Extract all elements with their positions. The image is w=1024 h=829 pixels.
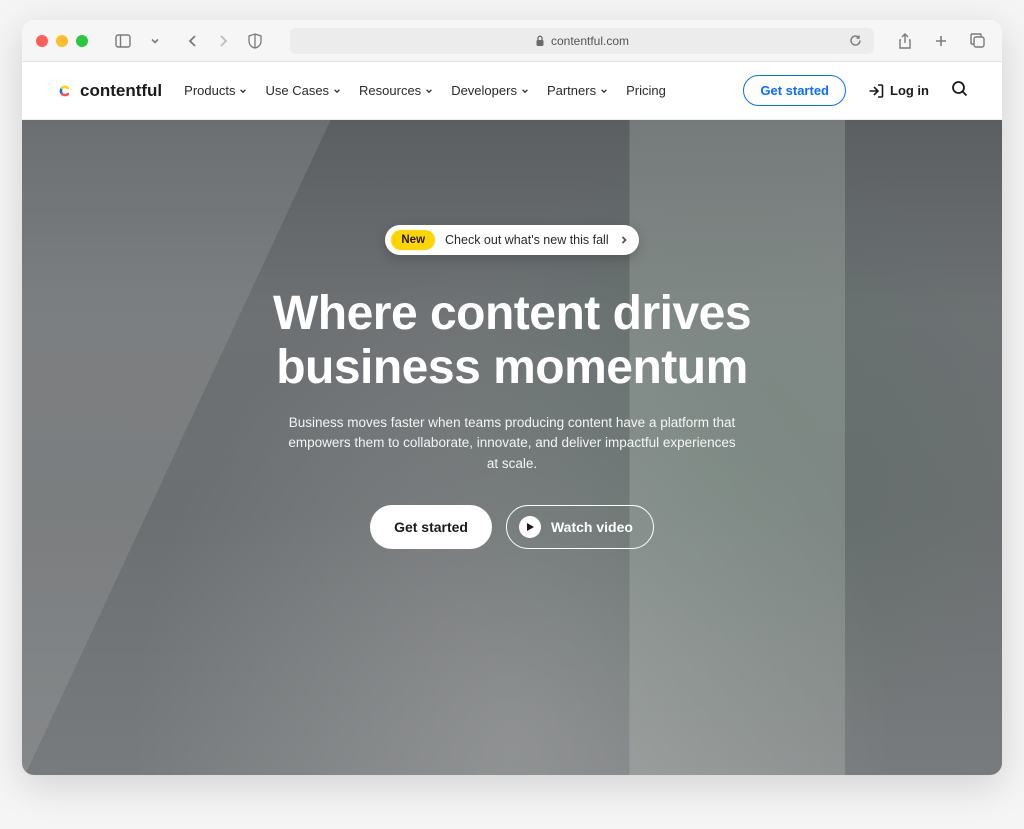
- url-text: contentful.com: [551, 34, 629, 48]
- sidebar-toggle-icon[interactable]: [112, 30, 134, 52]
- hero-get-started-button[interactable]: Get started: [370, 505, 492, 549]
- minimize-window-button[interactable]: [56, 35, 68, 47]
- search-icon[interactable]: [951, 80, 968, 102]
- tabs-icon[interactable]: [966, 30, 988, 52]
- chevron-down-icon: [239, 87, 247, 95]
- announcement-text: Check out what's new this fall: [445, 233, 609, 247]
- site-header: contentful Products Use Cases Resources …: [22, 62, 1002, 120]
- hero-subtitle: Business moves faster when teams produci…: [282, 413, 742, 476]
- forward-button[interactable]: [212, 30, 234, 52]
- hero-ctas: Get started Watch video: [370, 505, 654, 549]
- nav-developers[interactable]: Developers: [451, 83, 529, 98]
- logo-mark-icon: [56, 82, 74, 100]
- watch-video-button[interactable]: Watch video: [506, 505, 654, 549]
- login-link[interactable]: Log in: [868, 83, 929, 99]
- address-bar[interactable]: contentful.com: [290, 28, 874, 54]
- nav-pricing[interactable]: Pricing: [626, 83, 666, 98]
- browser-window: contentful.com contentful: [22, 20, 1002, 775]
- new-tab-icon[interactable]: [930, 30, 952, 52]
- chevron-down-icon: [521, 87, 529, 95]
- chevron-right-icon: [619, 235, 629, 245]
- back-button[interactable]: [182, 30, 204, 52]
- shield-icon[interactable]: [244, 30, 266, 52]
- announcement-pill[interactable]: New Check out what's new this fall: [385, 225, 638, 255]
- chevron-down-icon: [333, 87, 341, 95]
- share-icon[interactable]: [894, 30, 916, 52]
- nav-use-cases[interactable]: Use Cases: [265, 83, 341, 98]
- refresh-icon[interactable]: [844, 30, 866, 52]
- chevron-down-icon[interactable]: [144, 30, 166, 52]
- logo[interactable]: contentful: [56, 81, 162, 101]
- maximize-window-button[interactable]: [76, 35, 88, 47]
- get-started-button[interactable]: Get started: [743, 75, 846, 106]
- nav-partners[interactable]: Partners: [547, 83, 608, 98]
- chevron-down-icon: [600, 87, 608, 95]
- new-badge: New: [391, 230, 435, 250]
- hero-section: New Check out what's new this fall Where…: [22, 120, 1002, 775]
- chevron-down-icon: [425, 87, 433, 95]
- play-icon: [519, 516, 541, 538]
- lock-icon: [535, 35, 545, 47]
- login-icon: [868, 83, 884, 99]
- hero-title: Where content drives business momentum: [273, 287, 751, 395]
- primary-nav: Products Use Cases Resources Developers …: [184, 83, 666, 98]
- nav-resources[interactable]: Resources: [359, 83, 433, 98]
- logo-text: contentful: [80, 81, 162, 101]
- window-controls: [36, 35, 88, 47]
- browser-chrome: contentful.com: [22, 20, 1002, 62]
- close-window-button[interactable]: [36, 35, 48, 47]
- nav-products[interactable]: Products: [184, 83, 247, 98]
